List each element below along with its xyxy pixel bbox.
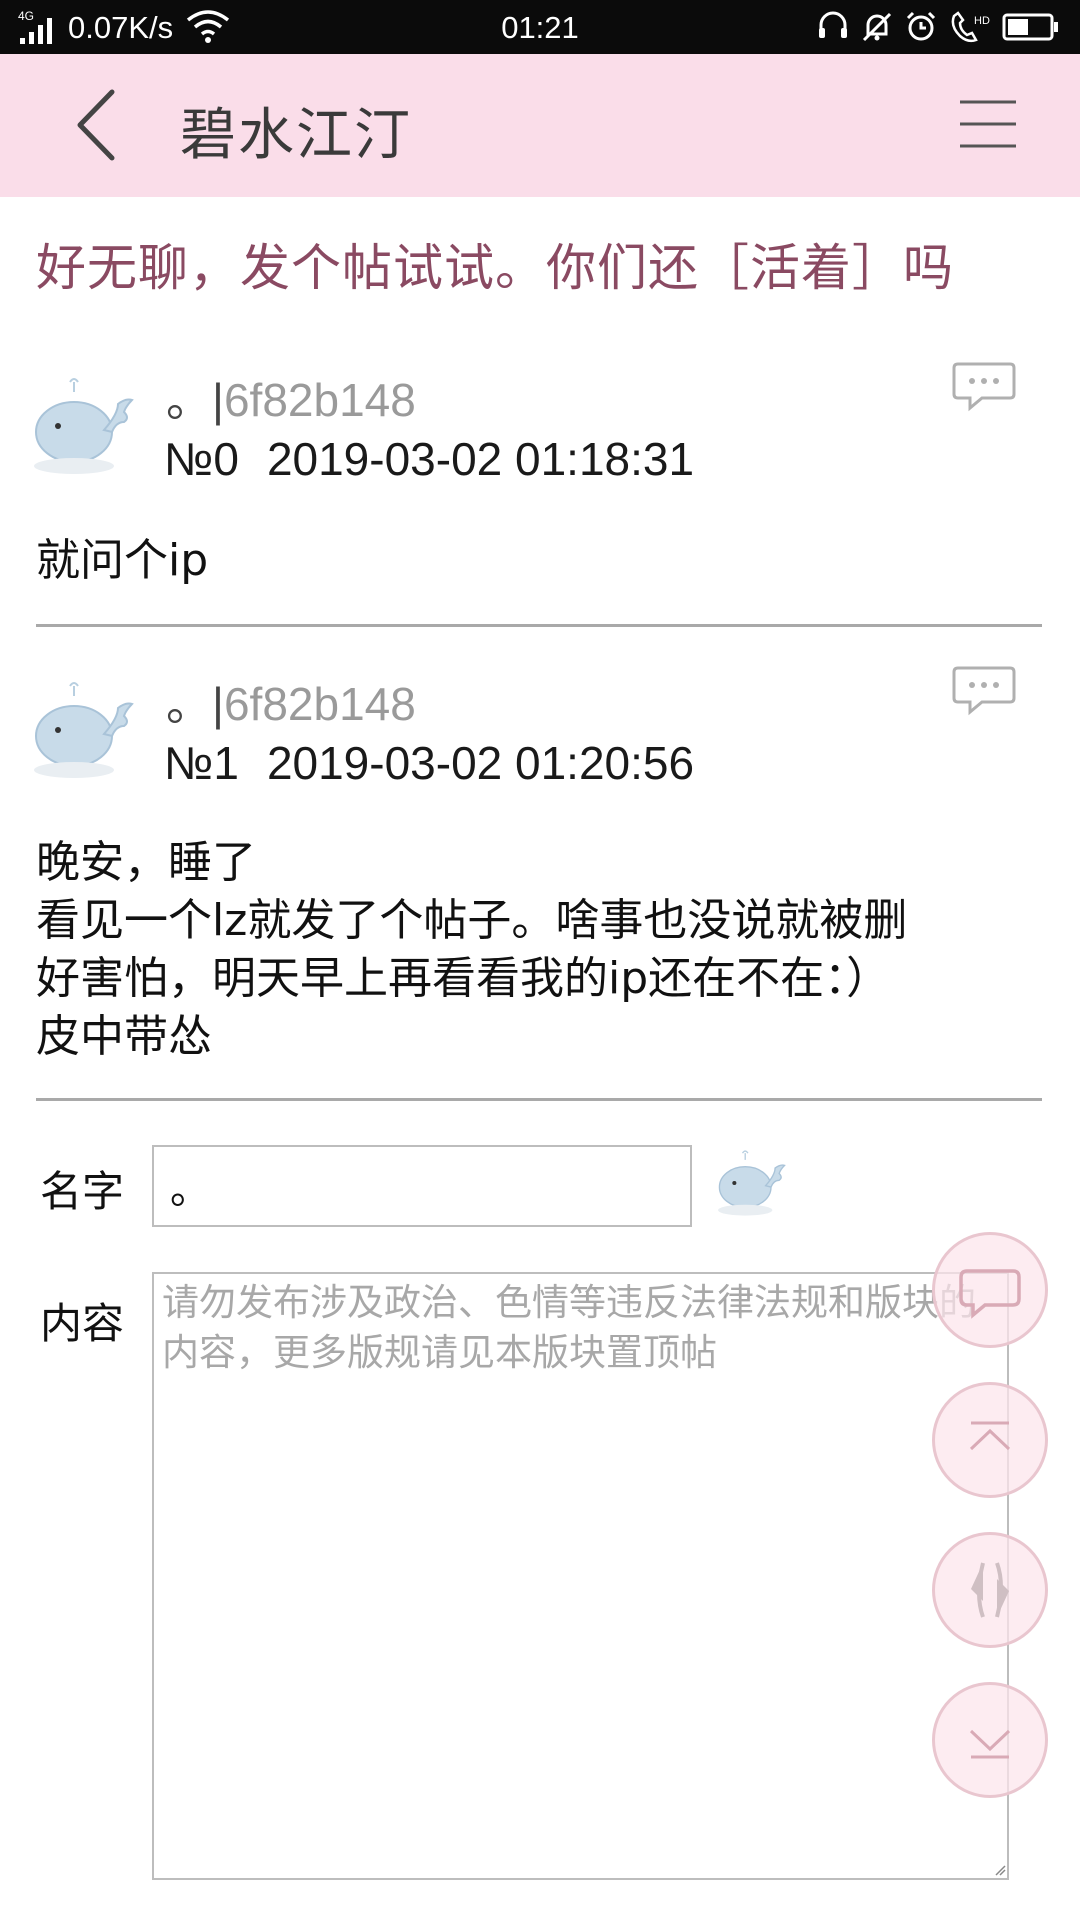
alarm-clock-icon <box>906 11 936 41</box>
post-meta: №0 2019-03-02 01:18:31 <box>164 432 694 486</box>
post-datetime: 2019-03-02 01:20:56 <box>266 737 695 789</box>
post-line: 看见一个lz就发了个帖子。啥事也没说就被删 <box>36 895 908 946</box>
poster-name: 。|6f82b148 <box>166 668 416 734</box>
whale-icon <box>34 378 134 474</box>
name-input[interactable] <box>152 1145 692 1227</box>
poster-name-prefix: 。| <box>166 374 224 426</box>
chevron-left-icon <box>77 89 115 161</box>
hamburger-menu-icon <box>960 100 1016 148</box>
post-meta: №1 2019-03-02 01:20:56 <box>164 736 694 790</box>
menu-button[interactable] <box>956 94 1020 154</box>
content-label: 内容 <box>40 1299 125 1348</box>
post-line: 晚安，睡了 <box>36 837 256 888</box>
comment-icon <box>959 1269 1021 1319</box>
resize-grip-icon[interactable] <box>994 1864 1006 1876</box>
whale-icon[interactable] <box>712 1145 792 1221</box>
comment-fab[interactable] <box>932 1232 1048 1348</box>
poster-name: 。|6f82b148 <box>166 364 416 430</box>
scroll-bottom-fab[interactable] <box>932 1682 1048 1798</box>
status-right-icons: HD <box>816 8 1060 46</box>
poster-id: 6f82b148 <box>223 374 416 426</box>
poster-id: 6f82b148 <box>223 678 416 730</box>
bell-muted-icon <box>862 12 892 42</box>
post-divider <box>36 1098 1042 1101</box>
post-line: 就问个ip <box>36 535 209 586</box>
post-body: 晚安，睡了 看见一个lz就发了个帖子。啥事也没说就被删 好害怕，明天早上再看看我… <box>36 834 1036 1066</box>
forum-title: 碧水江汀 <box>180 103 412 168</box>
reply-button[interactable] <box>952 360 1016 412</box>
thread-title: 好无聊，发个帖试试。你们还［活着］吗 <box>36 239 954 297</box>
content-textarea[interactable] <box>152 1272 1009 1880</box>
whale-icon <box>34 682 134 778</box>
battery-icon <box>1002 13 1058 41</box>
scroll-top-icon <box>969 1421 1011 1451</box>
post-line: 好害怕，明天早上再看看我的ip还在不在：） <box>36 953 891 1004</box>
svg-text:HD: HD <box>974 15 990 27</box>
floor-number: №1 <box>164 737 239 789</box>
scroll-top-fab[interactable] <box>932 1382 1048 1498</box>
post-datetime: 2019-03-02 01:18:31 <box>266 433 695 485</box>
status-bar: 4G 0.07K/s 01:21 HD <box>0 0 1080 54</box>
floor-number: №0 <box>164 433 239 485</box>
back-button[interactable] <box>68 82 128 168</box>
poster-name-prefix: 。| <box>166 678 224 730</box>
post-line: 皮中带怂 <box>36 1011 212 1062</box>
header-bar: 碧水江汀 <box>0 54 1080 197</box>
post-divider <box>36 624 1042 627</box>
reply-button[interactable] <box>952 664 1016 716</box>
refresh-icon <box>971 1562 1009 1618</box>
speech-bubble-icon <box>952 362 1016 412</box>
post-body: 就问个ip <box>36 532 1036 590</box>
speech-bubble-icon <box>952 666 1016 716</box>
refresh-fab[interactable] <box>932 1532 1048 1648</box>
headset-icon <box>819 11 847 38</box>
name-label: 名字 <box>40 1167 125 1216</box>
scroll-bottom-icon <box>969 1729 1011 1759</box>
hd-call-icon: HD <box>951 11 990 43</box>
